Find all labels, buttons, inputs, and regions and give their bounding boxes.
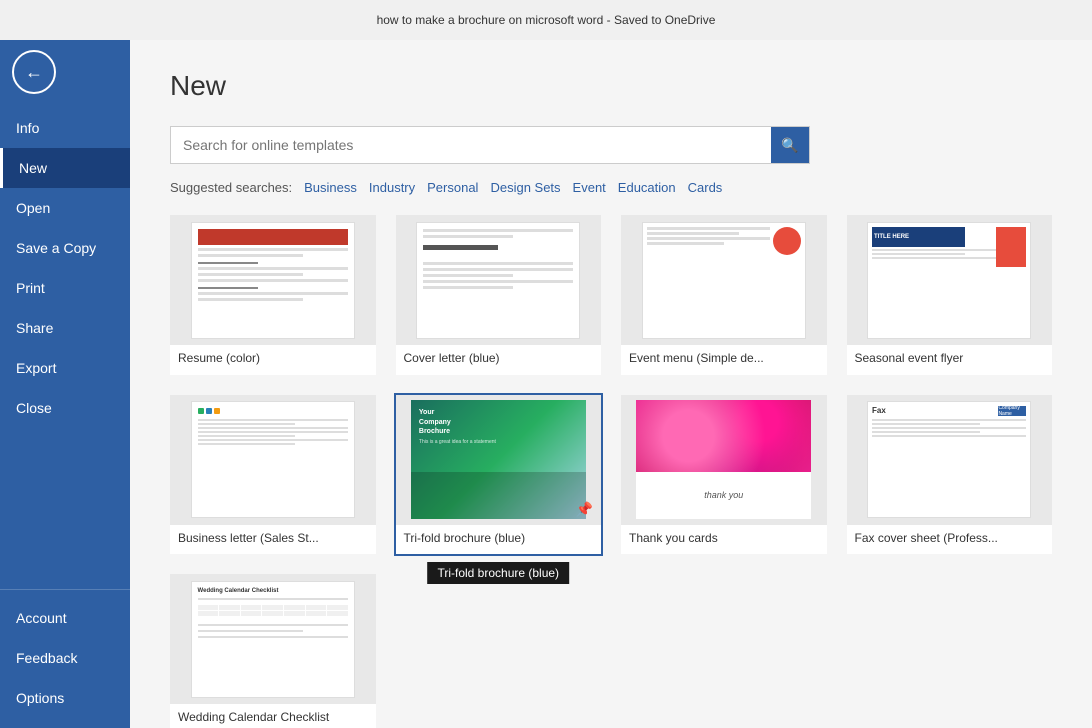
template-label-thankyou: Thank you cards [621,525,827,555]
template-thankyou[interactable]: thank you Thank you cards [621,395,827,555]
thumb-event-menu-inner [642,222,806,339]
template-cover[interactable]: Cover letter (blue) [396,215,602,375]
thumb-biz-letter-inner [191,401,355,518]
main-content: New 🔍 Suggested searches: Business Indus… [130,40,1092,728]
template-fax[interactable]: Fax Company Name Fax cover sheet (Profes… [847,395,1053,555]
suggested-link-cards[interactable]: Cards [688,180,723,195]
template-resume[interactable]: Resume (color) [170,215,376,375]
sidebar-item-export[interactable]: Export [0,348,130,388]
template-label-fax: Fax cover sheet (Profess... [847,525,1053,555]
sidebar-item-save-copy[interactable]: Save a Copy [0,228,130,268]
thumb-calendar-inner: Wedding Calendar Checklist [191,581,355,698]
search-icon: 🔍 [781,137,798,154]
title-bar: how to make a brochure on microsoft word… [0,0,1092,40]
template-label-cover: Cover letter (blue) [396,345,602,375]
suggested-searches: Suggested searches: Business Industry Pe… [170,180,1052,195]
thumb-cover-inner [416,222,580,339]
sidebar-item-account[interactable]: Account [0,598,130,638]
suggested-link-business[interactable]: Business [304,180,357,195]
suggested-link-education[interactable]: Education [618,180,676,195]
templates-grid: Resume (color) Cover letter [170,215,1052,728]
template-thumb-thankyou: thank you [621,395,827,525]
sidebar-item-open[interactable]: Open [0,188,130,228]
template-biz-letter[interactable]: Business letter (Sales St... [170,395,376,555]
sidebar-divider [0,589,130,590]
template-thumb-biz-letter [170,395,376,525]
search-bar: 🔍 [170,126,810,164]
pin-icon: 📌 [576,501,593,518]
page-title: New [170,70,1052,102]
template-seasonal[interactable]: TITLE HERE Seasonal event flyer [847,215,1053,375]
thumb-thankyou-inner: thank you [636,400,811,520]
search-button[interactable]: 🔍 [771,127,809,163]
thumb-brochure-inner: YourCompanyBrochure This is a great idea… [411,400,586,520]
suggested-link-design-sets[interactable]: Design Sets [490,180,560,195]
template-calendar[interactable]: Wedding Calendar Checklist [170,574,376,728]
back-button[interactable]: ← [12,50,56,94]
template-calendar-wrapper: Wedding Calendar Checklist [170,574,376,728]
thumb-seasonal-inner: TITLE HERE [867,222,1031,339]
sidebar-item-share[interactable]: Share [0,308,130,348]
sidebar: ← Info New Open Save a Copy Print Share … [0,40,130,728]
template-thankyou-wrapper: thank you Thank you cards [621,395,827,555]
search-input[interactable] [171,129,771,161]
template-label-event-menu: Event menu (Simple de... [621,345,827,375]
template-thumb-cover [396,215,602,345]
title-text: how to make a brochure on microsoft word… [377,13,716,27]
template-seasonal-wrapper: TITLE HERE Seasonal event flyer [847,215,1053,375]
template-fax-wrapper: Fax Company Name Fax cover sheet (Profes… [847,395,1053,555]
sidebar-item-feedback[interactable]: Feedback [0,638,130,678]
template-label-seasonal: Seasonal event flyer [847,345,1053,375]
template-thumb-event-menu [621,215,827,345]
sidebar-item-options[interactable]: Options [0,678,130,718]
brochure-tooltip: Tri-fold brochure (blue) [427,562,569,584]
sidebar-item-close[interactable]: Close [0,388,130,428]
template-label-resume: Resume (color) [170,345,376,375]
template-thumb-seasonal: TITLE HERE [847,215,1053,345]
sidebar-item-new[interactable]: New [0,148,130,188]
template-brochure-wrapper: YourCompanyBrochure This is a great idea… [396,395,602,555]
template-event-menu[interactable]: Event menu (Simple de... [621,215,827,375]
template-label-calendar: Wedding Calendar Checklist [170,704,376,728]
template-thumb-resume [170,215,376,345]
thumb-resume-inner [191,222,355,339]
template-label-brochure: Tri-fold brochure (blue) [396,525,602,555]
back-icon: ← [25,62,43,83]
template-thumb-brochure: YourCompanyBrochure This is a great idea… [396,395,602,525]
template-label-biz-letter: Business letter (Sales St... [170,525,376,555]
suggested-link-event[interactable]: Event [573,180,606,195]
sidebar-item-print[interactable]: Print [0,268,130,308]
sidebar-bottom: Account Feedback Options [0,581,130,728]
template-brochure[interactable]: YourCompanyBrochure This is a great idea… [396,395,602,555]
suggested-link-personal[interactable]: Personal [427,180,478,195]
thumb-fax-inner: Fax Company Name [867,401,1031,518]
sidebar-nav: Info New Open Save a Copy Print Share Ex… [0,108,130,428]
template-thumb-calendar: Wedding Calendar Checklist [170,574,376,704]
sidebar-item-info[interactable]: Info [0,108,130,148]
template-event-menu-wrapper: Event menu (Simple de... [621,215,827,375]
template-biz-letter-wrapper: Business letter (Sales St... [170,395,376,555]
template-thumb-fax: Fax Company Name [847,395,1053,525]
template-resume-wrapper: Resume (color) [170,215,376,375]
template-cover-wrapper: Cover letter (blue) [396,215,602,375]
suggested-link-industry[interactable]: Industry [369,180,415,195]
suggested-label: Suggested searches: [170,180,292,195]
